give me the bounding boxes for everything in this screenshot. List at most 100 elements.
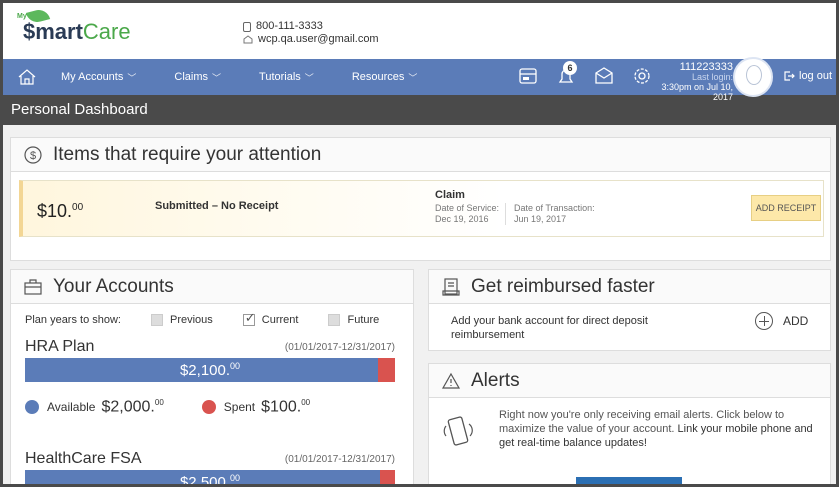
checkbox-previous[interactable] [151,314,163,326]
chevron-down-icon: ﹀ [304,72,314,83]
plan-hra[interactable]: HRA Plan (01/01/2017-12/31/2017) $2,100.… [25,338,395,415]
item-status: Submitted – No Receipt [155,200,279,212]
service-date-label: Date of Service: [435,203,500,213]
alerts-text: Right now you're only receiving email al… [499,408,819,450]
attention-title: Items that require your attention [53,143,322,165]
spent-amount: $100.00 [261,398,310,416]
add-label: ADD [783,314,809,328]
balance-bar: $2,500.00 [25,470,395,484]
avatar[interactable] [733,57,773,97]
available-amount: $2,000.00 [101,398,163,416]
main-nav: My Accounts ﹀ Claims ﹀ Tutorials ﹀ Resource… [3,57,836,102]
service-date-block: Date of Service: Dec 19, 2016 [435,203,507,225]
chevron-down-icon: ﹀ [127,72,137,83]
total-main: $2,500. [179,474,231,484]
contact-info: 800-111-3333 wcp.qa.user@gmail.com [243,20,379,46]
accounts-header: Your Accounts [11,270,413,304]
option-current[interactable]: Current [242,310,299,326]
accounts-title: Your Accounts [53,275,174,297]
alerts-title: Alerts [471,369,520,391]
service-date: Dec 19, 2016 [435,214,489,224]
mail-icon[interactable] [593,65,615,87]
dashboard-content: $ Items that require your attention $10.… [3,125,836,484]
home-icon[interactable] [17,68,37,86]
home-mail-icon [243,35,253,44]
contact-email[interactable]: wcp.qa.user@gmail.com [258,33,379,46]
nav-label: My Accounts [61,71,124,83]
alerts-header: Alerts [429,364,830,398]
nav-item-my-accounts[interactable]: My Accounts ﹀ [61,71,136,84]
nav-item-claims[interactable]: Claims ﹀ [174,71,221,84]
chevron-down-icon: ﹀ [212,72,222,83]
nav-label: Resources [351,71,405,83]
option-label: Future [347,314,380,326]
nav-item-resources[interactable]: Resources ﹀ [352,71,418,84]
option-previous[interactable]: Previous [151,314,213,326]
logout-icon [784,71,795,81]
last-login-value: 3:30pm on Jul 10, 2017 [661,82,733,102]
reimburse-text: Add your bank account for direct deposit… [451,315,648,341]
option-future[interactable]: Future [328,314,379,326]
reimburse-title: Get reimbursed faster [471,275,655,297]
logout-label: log out [799,70,833,82]
reimburse-panel: Get reimbursed faster Add your bank acco… [428,269,831,351]
available-main: $2,000. [101,398,155,416]
receipt-icon [442,277,460,296]
transaction-date: Jun 19, 2017 [514,214,567,224]
total-cents: 00 [230,361,241,371]
option-label: Current [261,314,299,326]
attention-item[interactable]: $10.00 Submitted – No Receipt Claim Date… [19,180,824,237]
transaction-date-label: Date of Transaction: [514,203,595,213]
logout-link[interactable]: log out [783,70,832,82]
item-amount: $10.00 [37,201,83,222]
available-label: Available [47,400,96,415]
plan-years-filter: Plan years to show: Previous Current Fut… [25,310,379,326]
link-phone-button[interactable] [576,477,682,484]
spent-cents: 00 [301,398,311,407]
site-header: My $martCare 800-111-3333 wcp.qa.user@gm… [3,3,836,59]
dollar-circle-icon: $ [24,145,42,164]
spent-main: $100. [261,398,302,416]
gear-icon[interactable] [631,65,653,87]
logo-care-text: Care [82,19,131,44]
checkbox-future[interactable] [328,314,341,326]
available-cents: 00 [154,398,164,407]
briefcase-icon [24,278,42,295]
warning-icon [441,372,461,389]
smartcare-logo[interactable]: My $martCare [17,7,131,45]
plan-years-label: Plan years to show: [25,314,121,326]
amount-cents: 00 [72,202,84,213]
claim-info: Claim Date of Service: Dec 19, 2016 Date… [435,190,595,225]
logo-smart-text: $mart [23,19,83,44]
add-bank-button[interactable]: ADD [755,312,808,330]
spent-dot [201,400,216,415]
plan-total: $2,100.00 [25,361,395,379]
phone-icon [243,21,251,32]
phone-number: 800-111-3333 [256,20,323,32]
option-label: Previous [170,314,213,326]
plan-legend: Available $2,000.00 Spent $100.00 [25,398,310,416]
card-icon[interactable] [517,65,539,87]
checkbox-current[interactable] [242,310,256,326]
chevron-down-icon: ﹀ [408,72,418,83]
account-info: 111223333 Last login: 3:30pm on Jul 10, … [653,62,733,103]
total-cents: 00 [230,473,241,483]
bell-icon[interactable]: 6 [555,61,577,87]
app-frame: My $martCare 800-111-3333 wcp.qa.user@gm… [3,3,836,484]
nav-item-tutorials[interactable]: Tutorials ﹀ [259,71,314,84]
logo-my-text: My [17,13,27,20]
available-dot [25,400,39,415]
plan-healthcare-fsa[interactable]: HealthCare FSA (01/01/2017-12/31/2017) $… [25,450,395,484]
reimburse-header: Get reimbursed faster [429,270,830,304]
add-receipt-button[interactable]: ADD RECEIPT [751,195,821,221]
nav-label: Claims [174,71,208,83]
notification-badge: 6 [563,61,577,75]
attention-header: $ Items that require your attention [11,138,830,172]
svg-text:$: $ [30,150,36,162]
plus-circle-icon [755,312,773,330]
attention-panel: $ Items that require your attention $10.… [10,137,831,261]
nav-menu: My Accounts ﹀ Claims ﹀ Tutorials ﹀ Resource… [61,71,417,84]
nav-label: Tutorials [259,71,301,83]
amount-main: $10. [37,201,73,221]
last-login-label: Last login: [691,72,733,82]
